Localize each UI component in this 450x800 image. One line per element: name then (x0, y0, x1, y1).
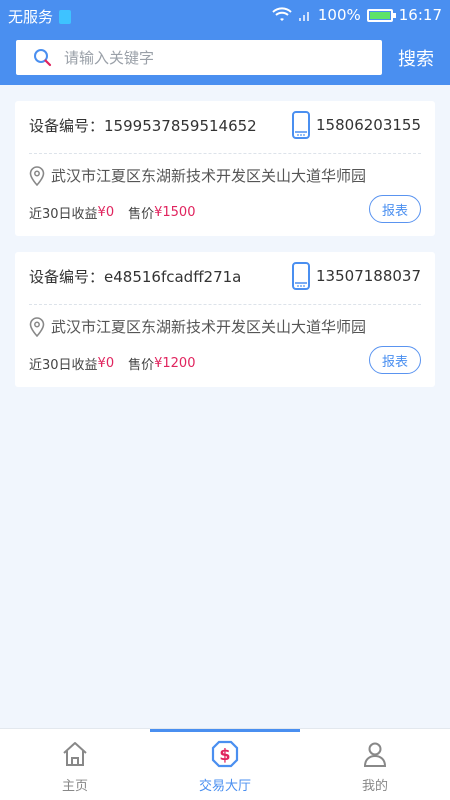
signal-icon (298, 12, 309, 21)
stats-row: 近30日收益 ¥0 售价 ¥1500 (29, 203, 195, 222)
phone-row[interactable]: 13507188037 (292, 262, 421, 290)
search-box[interactable] (16, 40, 382, 75)
card-divider (29, 304, 421, 305)
address-row: 武汉市江夏区东湖新技术开发区关山大道华师园 (29, 316, 419, 337)
wifi-icon (272, 7, 292, 21)
phone-icon (292, 111, 311, 139)
device-id-row: 设备编号： e48516fcadff271a (29, 266, 241, 287)
bottom-nav: 主页 $ 交易大厅 我的 (0, 728, 450, 800)
battery-icon (366, 8, 396, 22)
device-id-value: 1599537859514652 (104, 116, 257, 135)
price-label: 售价 (128, 207, 155, 222)
nav-item-mine[interactable]: 我的 (300, 739, 450, 794)
price-value: ¥1200 (154, 356, 196, 371)
price-value: ¥1500 (154, 205, 196, 220)
report-button[interactable]: 报表 (369, 195, 421, 223)
home-icon (63, 742, 87, 766)
clock-time: 16:17 (398, 6, 442, 24)
sim-icon (59, 9, 72, 24)
device-id-label: 设备编号： (29, 268, 105, 286)
device-id-label: 设备编号： (29, 117, 105, 135)
income-value: ¥0 (97, 205, 115, 220)
nav-active-indicator (150, 729, 300, 732)
device-card[interactable]: 设备编号： 1599537859514652 15806203155 武汉市江夏… (15, 101, 435, 236)
status-left: 无服务 (8, 6, 72, 27)
card-divider (29, 153, 421, 154)
income-value: ¥0 (97, 356, 115, 371)
svg-text:$: $ (219, 745, 230, 764)
carrier-text: 无服务 (8, 8, 54, 26)
nav-item-trading-hall[interactable]: $ 交易大厅 (150, 739, 300, 794)
status-right: 100% 16:17 (272, 6, 442, 24)
report-button[interactable]: 报表 (369, 346, 421, 374)
device-id-value: e48516fcadff271a (104, 267, 242, 286)
address-row: 武汉市江夏区东湖新技术开发区关山大道华师园 (29, 165, 419, 186)
income-label: 近30日收益 (29, 358, 98, 373)
address-text: 武汉市江夏区东湖新技术开发区关山大道华师园 (51, 318, 367, 336)
phone-icon (292, 262, 311, 290)
nav-label-trading-hall: 交易大厅 (198, 779, 251, 794)
nav-label-mine: 我的 (361, 779, 388, 794)
device-id-row: 设备编号： 1599537859514652 (29, 115, 257, 136)
phone-number: 13507188037 (316, 267, 421, 285)
search-button[interactable]: 搜索 (398, 45, 434, 71)
address-text: 武汉市江夏区东湖新技术开发区关山大道华师园 (51, 167, 367, 185)
phone-number: 15806203155 (316, 116, 421, 134)
phone-row[interactable]: 15806203155 (292, 111, 421, 139)
income-label: 近30日收益 (29, 207, 98, 222)
price-label: 售价 (128, 358, 155, 373)
user-icon (363, 742, 387, 767)
battery-percent: 100% (317, 6, 361, 24)
nav-item-home[interactable]: 主页 (0, 739, 150, 794)
location-pin-icon (29, 316, 45, 337)
search-icon (34, 48, 52, 66)
search-input[interactable] (64, 48, 364, 67)
status-bar: 无服务 100% 16:17 (0, 0, 450, 32)
location-pin-icon (29, 165, 45, 186)
stats-row: 近30日收益 ¥0 售价 ¥1200 (29, 354, 195, 373)
nav-label-home: 主页 (61, 779, 88, 794)
dollar-icon: $ (211, 740, 239, 768)
device-card[interactable]: 设备编号： e48516fcadff271a 13507188037 武汉市江夏… (15, 252, 435, 387)
